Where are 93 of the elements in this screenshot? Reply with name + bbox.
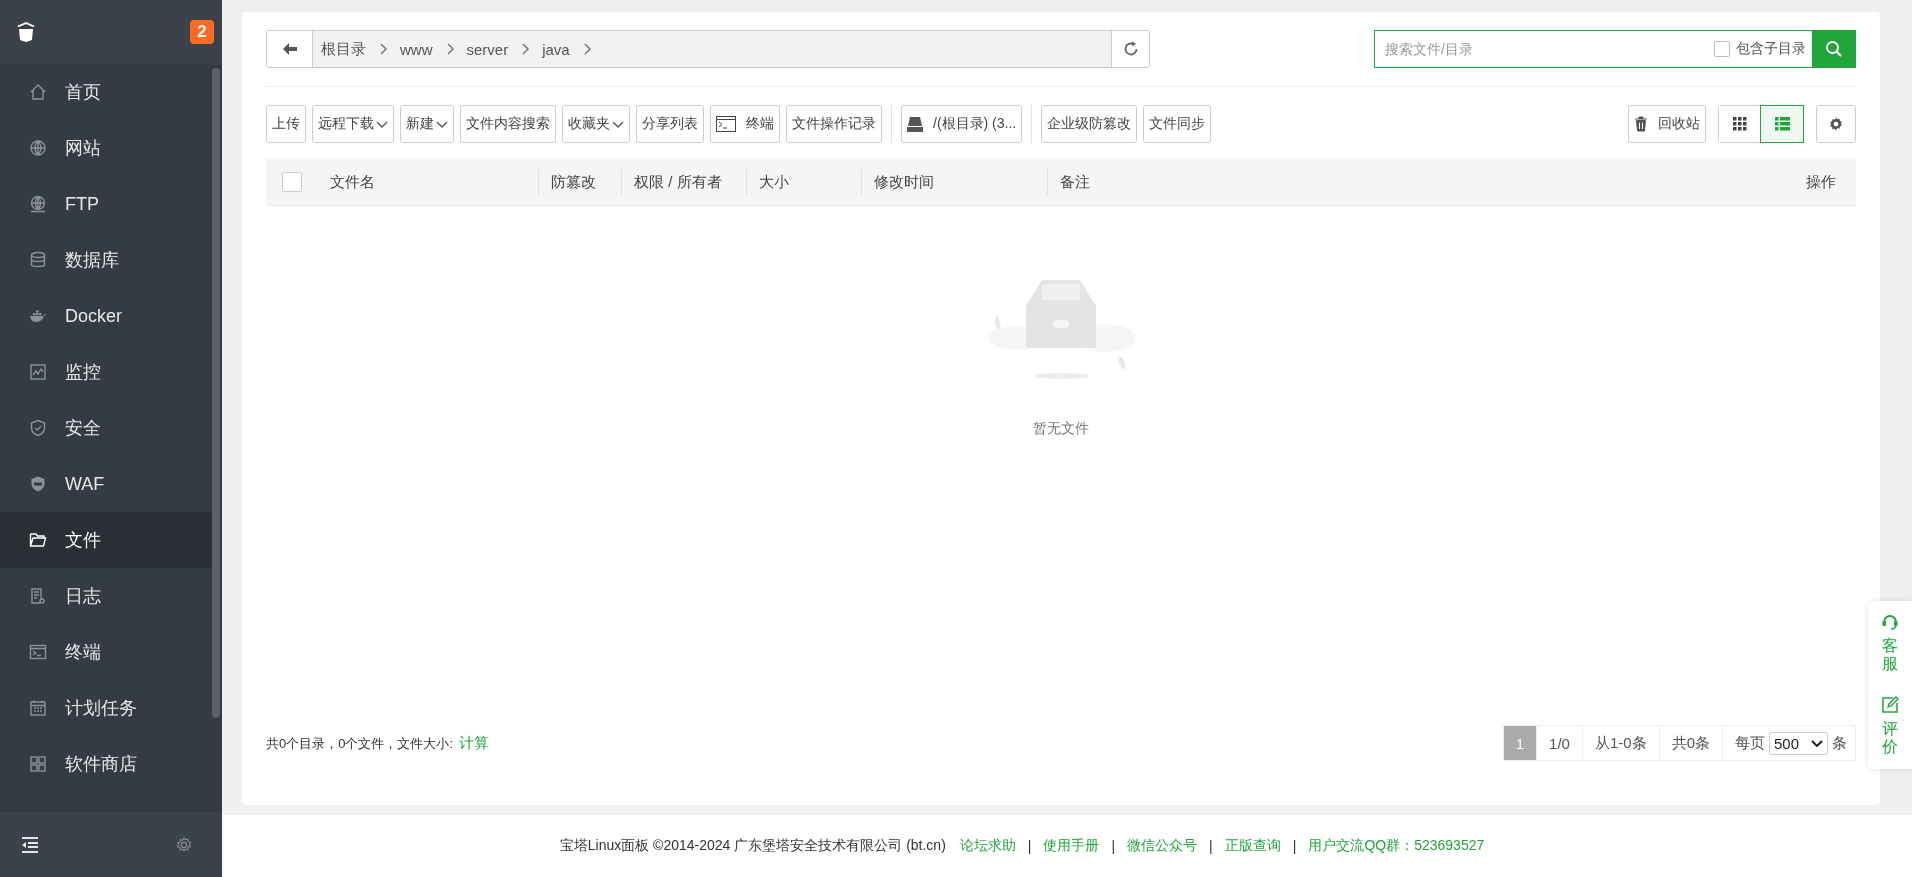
column-header[interactable]: 权限 / 所有者 [634, 172, 722, 192]
separator: | [1292, 838, 1297, 854]
nav-item[interactable]: WAF [0, 456, 212, 512]
page-range: 从1-0条 [1581, 726, 1659, 760]
column-header[interactable]: 大小 [759, 172, 789, 192]
per-page-label: 每页 [1734, 733, 1765, 753]
path-segment[interactable]: java [542, 40, 570, 58]
caret-icon [436, 120, 448, 128]
settings-icon [1829, 117, 1843, 131]
caret-icon [1811, 739, 1823, 747]
shield-icon [29, 419, 47, 437]
refresh-icon [1122, 41, 1139, 57]
copyright-text: 宝塔Linux面板 ©2014-2024 广东堡塔安全技术有限公司 (bt.cn) [559, 837, 946, 855]
database-icon [29, 251, 47, 269]
column-header[interactable]: 修改时间 [874, 172, 934, 192]
toolbar-button[interactable]: 文件操作记录 [786, 105, 882, 143]
nav-item[interactable]: 文件 [0, 512, 212, 568]
search-button[interactable] [1812, 31, 1855, 67]
trash-icon [1634, 116, 1648, 132]
per-page-unit: 条 [1832, 733, 1847, 753]
toolbar-button[interactable]: 文件同步 [1143, 105, 1212, 143]
caret-icon [376, 120, 388, 128]
path-segment[interactable]: 根目录 [321, 39, 366, 59]
back-button[interactable] [267, 31, 313, 67]
nav-item[interactable]: 终端 [0, 624, 212, 680]
edit-icon [1881, 695, 1899, 714]
toolbar-button[interactable]: 收藏夹 [562, 105, 630, 143]
terminal-icon [29, 643, 47, 661]
nav-item[interactable]: 日志 [0, 568, 212, 624]
nav-item[interactable]: 安全 [0, 400, 212, 456]
disk-icon [907, 116, 923, 132]
nav-item[interactable]: 监控 [0, 344, 212, 400]
checkbox[interactable] [1714, 41, 1730, 57]
headset-icon [1881, 613, 1899, 631]
collapse-menu-icon[interactable] [20, 835, 40, 854]
chevron-right-icon [445, 43, 454, 55]
nav-item[interactable]: 软件商店 [0, 736, 212, 792]
recycle-bin-button[interactable]: 回收站 [1628, 105, 1706, 143]
path-segment[interactable]: server [466, 40, 509, 58]
column-header[interactable]: 文件名 [330, 172, 375, 192]
grid-icon [1733, 117, 1747, 131]
scrollbar-thumb[interactable] [212, 68, 220, 718]
chevron-right-icon [521, 43, 530, 55]
chevron-right-icon [582, 43, 591, 55]
settings-button[interactable] [1816, 105, 1856, 143]
shield-icon [29, 475, 47, 493]
toolbar-button[interactable]: 新建 [400, 105, 454, 143]
toolbar-button[interactable]: 企业级防篡改 [1041, 105, 1138, 143]
toolbar-button[interactable]: 文件内容搜索 [460, 105, 556, 143]
total-count: 共0条 [1658, 726, 1722, 760]
list-icon [1774, 117, 1790, 131]
search-icon [1824, 40, 1843, 58]
toolbar-button[interactable]: /(根目录) (3... [901, 105, 1023, 143]
settings-icon[interactable] [175, 835, 193, 854]
column-header[interactable]: 操作 [1806, 172, 1836, 192]
whale-icon [29, 307, 47, 325]
page-size-select[interactable]: 500 [1768, 731, 1828, 755]
toolbar-button[interactable]: 终端 [710, 105, 780, 143]
toolbar-button[interactable]: 上传 [266, 105, 306, 143]
search-bar[interactable]: 搜索文件/目录 包含子目录 [1374, 30, 1856, 68]
path-bar[interactable]: 根目录 www server java [313, 31, 1111, 67]
globe-icon [29, 195, 47, 213]
select-all-checkbox[interactable] [282, 172, 302, 192]
nav-item[interactable]: 计划任务 [0, 680, 212, 736]
nav-item[interactable]: 数据库 [0, 232, 212, 288]
chevron-right-icon [379, 43, 387, 55]
checkbox-label: 包含子目录 [1736, 40, 1806, 58]
nav-item[interactable]: 网站 [0, 120, 212, 176]
column-header[interactable]: 备注 [1060, 172, 1090, 192]
nav-item[interactable]: FTP [0, 176, 212, 232]
terminal-icon [716, 116, 736, 132]
column-header[interactable]: 防篡改 [551, 172, 596, 192]
toolbar-button[interactable]: 远程下载 [312, 105, 394, 143]
nav-item[interactable]: Docker [0, 288, 212, 344]
toolbar-button[interactable]: 分享列表 [636, 105, 704, 143]
home-icon [29, 83, 47, 101]
nav-item[interactable]: 首页 [0, 64, 212, 120]
refresh-button[interactable] [1111, 31, 1149, 67]
separator: | [1111, 838, 1116, 854]
caret-icon [612, 120, 624, 128]
chart-icon [29, 363, 47, 381]
path-segment[interactable]: www [400, 40, 433, 58]
separator: | [1209, 838, 1213, 854]
globe-icon [29, 139, 47, 157]
folder-icon [29, 531, 47, 549]
app-grid-icon [29, 755, 47, 773]
empty-message: 暂无文件 [1033, 420, 1089, 438]
page-info: 1/0 [1536, 726, 1582, 760]
calendar-icon [29, 699, 47, 717]
summary-text: 共0个目录，0个文件，文件大小: [266, 734, 454, 753]
separator: | [1027, 838, 1032, 854]
back-arrow-icon [282, 43, 297, 55]
log-icon [29, 587, 47, 605]
